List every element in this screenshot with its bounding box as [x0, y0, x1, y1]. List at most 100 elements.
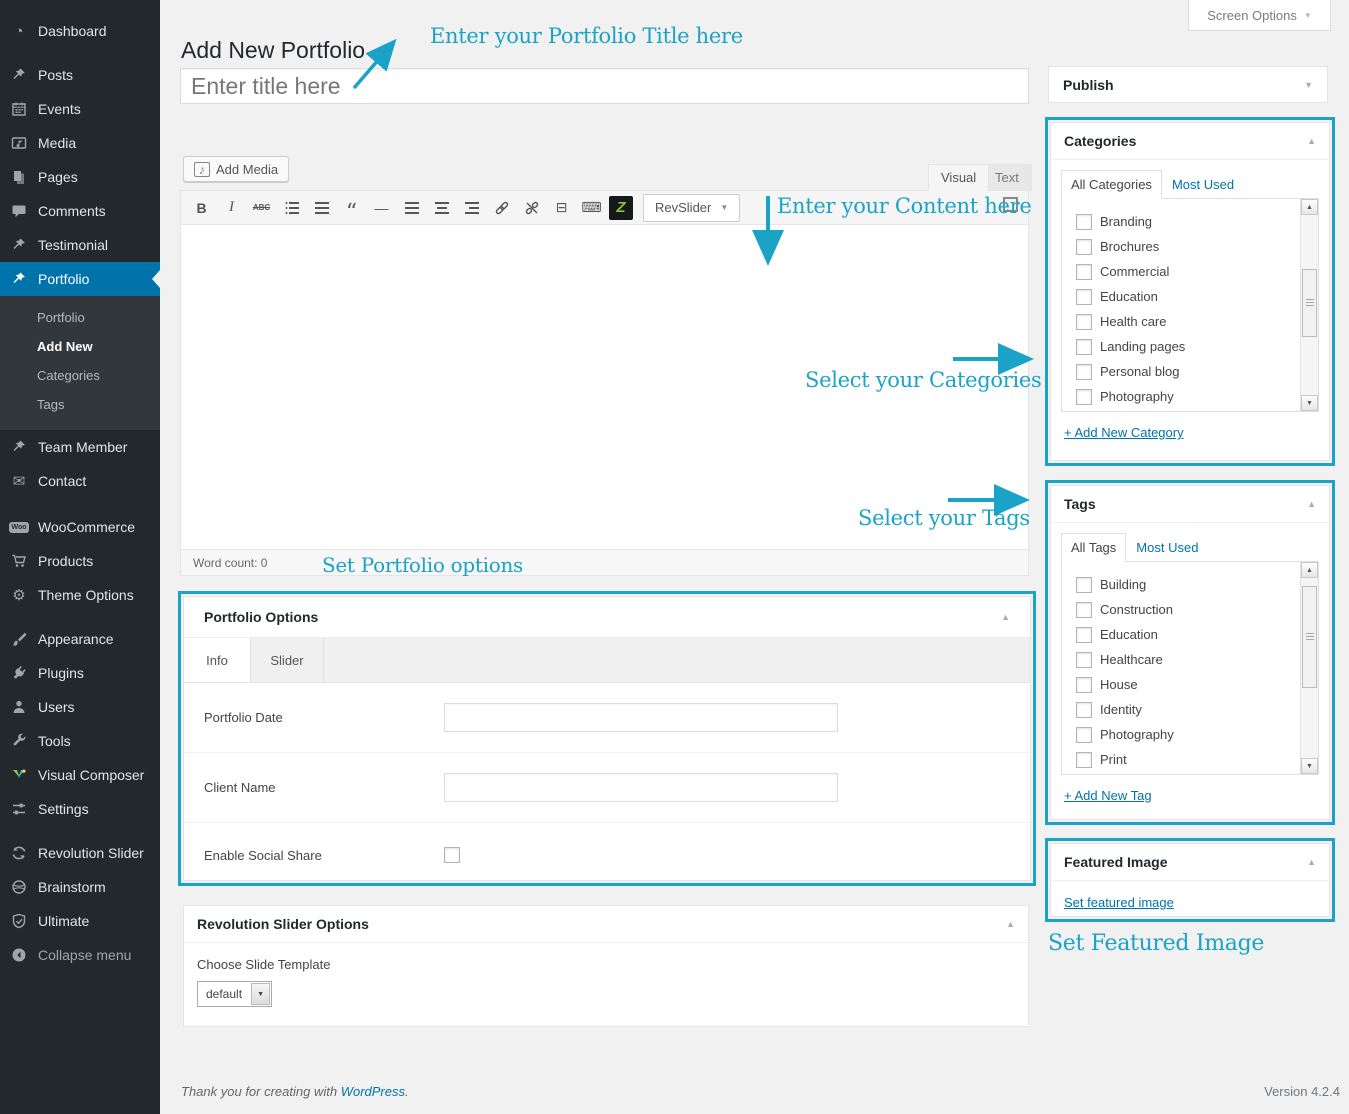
align-left-icon[interactable]: [399, 196, 424, 220]
set-featured-image-link[interactable]: Set featured image: [1064, 895, 1174, 910]
client-name-input[interactable]: [444, 773, 838, 802]
tab-all-categories[interactable]: All Categories: [1061, 170, 1162, 199]
wordpress-link[interactable]: WordPress: [341, 1084, 405, 1099]
sidebar-subitem-add-new[interactable]: Add New: [0, 332, 160, 361]
align-center-icon[interactable]: [429, 196, 454, 220]
toolbar-toggle-icon[interactable]: ⌨: [579, 196, 604, 220]
slide-template-select[interactable]: default ▼: [197, 981, 273, 1007]
sidebar-item-settings[interactable]: Settings: [0, 792, 160, 826]
sidebar-item-users[interactable]: Users: [0, 690, 160, 724]
sidebar-item-contact[interactable]: ✉ Contact: [0, 464, 160, 498]
tag-row: Education: [1062, 622, 1318, 647]
sidebar-item-plugins[interactable]: Plugins: [0, 656, 160, 690]
tab-slider[interactable]: Slider: [251, 638, 324, 682]
sidebar-subitem-tags[interactable]: Tags: [0, 390, 160, 419]
blockquote-icon[interactable]: “: [339, 191, 364, 225]
expand-arrow-icon[interactable]: ▼: [1304, 80, 1313, 90]
tag-checkbox[interactable]: [1076, 601, 1092, 618]
tab-info[interactable]: Info: [184, 638, 251, 682]
category-row: Personal blog: [1062, 359, 1318, 384]
category-checkbox[interactable]: [1076, 363, 1092, 380]
sidebar-item-woocommerce[interactable]: Woo WooCommerce: [0, 510, 160, 544]
sidebar-item-dashboard[interactable]: ◔ Dashboard: [0, 14, 160, 48]
zilla-shortcode-icon[interactable]: Z: [609, 195, 633, 220]
scrollbar[interactable]: ▲ ▼: [1300, 562, 1318, 774]
sidebar-item-brainstorm[interactable]: Brainstorm: [0, 870, 160, 904]
sidebar-item-comments[interactable]: Comments: [0, 194, 160, 228]
add-new-tag-link[interactable]: + Add New Tag: [1064, 788, 1152, 803]
horizontal-rule-icon[interactable]: —: [369, 196, 394, 220]
sidebar-item-products[interactable]: Products: [0, 544, 160, 578]
scroll-down-icon[interactable]: ▼: [1301, 758, 1318, 774]
sidebar-item-theme-options[interactable]: ⚙ Theme Options: [0, 578, 160, 612]
bold-icon[interactable]: B: [189, 196, 214, 220]
tag-checkbox[interactable]: [1076, 626, 1092, 643]
scroll-thumb[interactable]: [1302, 586, 1317, 688]
numbered-list-icon[interactable]: [309, 196, 334, 220]
tab-most-used[interactable]: Most Used: [1126, 534, 1208, 561]
sidebar-item-team-member[interactable]: Team Member: [0, 430, 160, 464]
category-checkbox[interactable]: [1076, 338, 1092, 355]
link-icon[interactable]: [489, 196, 514, 220]
tab-text[interactable]: Text: [982, 164, 1032, 191]
tag-checkbox[interactable]: [1076, 751, 1092, 768]
scroll-thumb[interactable]: [1302, 269, 1317, 337]
collapse-arrow-icon[interactable]: ▲: [1307, 857, 1316, 867]
unlink-icon[interactable]: [519, 196, 544, 220]
tab-all-tags[interactable]: All Tags: [1061, 533, 1127, 562]
sidebar-item-events[interactable]: Events: [0, 92, 160, 126]
screen-options-button[interactable]: Screen Options ▼: [1188, 0, 1331, 31]
pin-icon: [9, 65, 29, 85]
bullet-list-icon[interactable]: [279, 196, 304, 220]
scrollbar[interactable]: ▲ ▼: [1300, 199, 1318, 411]
sidebar-item-pages[interactable]: Pages: [0, 160, 160, 194]
tag-checkbox[interactable]: [1076, 576, 1092, 593]
strikethrough-icon[interactable]: ABC: [249, 196, 274, 220]
add-new-category-link[interactable]: + Add New Category: [1064, 425, 1184, 440]
woocommerce-icon: Woo: [9, 521, 29, 533]
tag-checkbox[interactable]: [1076, 676, 1092, 693]
sidebar-item-media[interactable]: Media: [0, 126, 160, 160]
sidebar-item-tools[interactable]: Tools: [0, 724, 160, 758]
sidebar-item-visual-composer[interactable]: Visual Composer: [0, 758, 160, 792]
category-checkbox[interactable]: [1076, 213, 1092, 230]
collapse-arrow-icon[interactable]: ▲: [1001, 612, 1010, 622]
sidebar-item-revolution-slider[interactable]: Revolution Slider: [0, 836, 160, 870]
sidebar-subitem-portfolio[interactable]: Portfolio: [0, 303, 160, 332]
category-checkbox[interactable]: [1076, 238, 1092, 255]
add-media-button[interactable]: ♪ Add Media: [183, 156, 290, 182]
scroll-up-icon[interactable]: ▲: [1301, 562, 1318, 578]
sidebar-item-label: Settings: [38, 801, 89, 817]
italic-icon[interactable]: I: [219, 196, 244, 220]
sidebar-item-posts[interactable]: Posts: [0, 58, 160, 92]
sidebar-item-appearance[interactable]: Appearance: [0, 622, 160, 656]
sidebar-item-testimonial[interactable]: Testimonial: [0, 228, 160, 262]
sidebar-item-portfolio[interactable]: Portfolio: [0, 262, 160, 296]
portfolio-date-input[interactable]: [444, 703, 838, 732]
collapse-arrow-icon[interactable]: ▲: [1307, 136, 1316, 146]
category-row: Photography: [1062, 384, 1318, 409]
sidebar-subitem-categories[interactable]: Categories: [0, 361, 160, 390]
tag-checkbox[interactable]: [1076, 651, 1092, 668]
more-tag-icon[interactable]: ⊟: [549, 196, 574, 220]
tab-visual[interactable]: Visual: [928, 164, 990, 191]
scroll-up-icon[interactable]: ▲: [1301, 199, 1318, 215]
category-checkbox[interactable]: [1076, 388, 1092, 405]
category-checkbox[interactable]: [1076, 288, 1092, 305]
revslider-dropdown-button[interactable]: RevSlider ▼: [643, 193, 741, 222]
scroll-down-icon[interactable]: ▼: [1301, 395, 1318, 411]
category-row: Commercial: [1062, 259, 1318, 284]
tags-list: Building Construction Education Healthca…: [1061, 561, 1319, 775]
collapse-menu-button[interactable]: Collapse menu: [0, 938, 160, 972]
portfolio-title-input[interactable]: [180, 68, 1029, 104]
tab-most-used[interactable]: Most Used: [1162, 171, 1244, 198]
tag-checkbox[interactable]: [1076, 726, 1092, 743]
enable-social-share-checkbox[interactable]: [444, 847, 460, 863]
collapse-arrow-icon[interactable]: ▲: [1006, 919, 1015, 929]
sidebar-item-ultimate[interactable]: Ultimate: [0, 904, 160, 938]
category-checkbox[interactable]: [1076, 263, 1092, 280]
category-checkbox[interactable]: [1076, 313, 1092, 330]
align-right-icon[interactable]: [459, 196, 484, 220]
collapse-arrow-icon[interactable]: ▲: [1307, 499, 1316, 509]
tag-checkbox[interactable]: [1076, 701, 1092, 718]
